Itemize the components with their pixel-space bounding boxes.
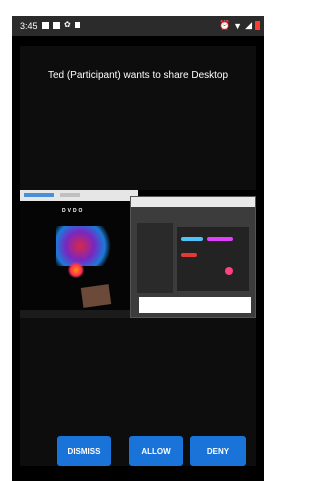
- preview-toolbar-tab: [24, 193, 54, 197]
- preview-orb: [68, 262, 84, 278]
- deny-button[interactable]: DENY: [190, 436, 246, 466]
- alarm-icon: ⏰: [218, 20, 231, 30]
- wifi-icon: ▼: [233, 20, 243, 31]
- settings-icon: ✿: [64, 20, 71, 29]
- preview-panel: [177, 227, 249, 291]
- preview-artwork: [56, 226, 116, 266]
- preview-brand-logo: DVDO: [62, 208, 85, 214]
- signal-icon: ◢: [245, 20, 252, 30]
- preview-right-window: [130, 196, 256, 318]
- preview-bar-blue: [181, 237, 203, 241]
- status-bar: 3:45 ✿ ⏰ ▼ ◢: [12, 16, 264, 36]
- message-icon: [42, 21, 49, 29]
- preview-bar-pink: [207, 237, 233, 241]
- preview-sidebar: [137, 223, 173, 293]
- preview-toolbar-address: [60, 193, 80, 197]
- preview-bar-red: [181, 253, 197, 257]
- phone-screen: 3:45 ✿ ⏰ ▼ ◢ Ted (Participant) wants to …: [12, 16, 264, 481]
- dialog-title: Ted (Participant) wants to share Desktop: [47, 70, 229, 81]
- image-icon: [53, 21, 60, 29]
- status-system-icons: ⏰ ▼ ◢: [219, 20, 260, 31]
- preview-bottom-panel: [139, 297, 251, 313]
- preview-browser-toolbar: [20, 190, 138, 201]
- preview-taskbar: [20, 310, 138, 318]
- desktop-preview: DVDO: [20, 190, 256, 318]
- status-time: 3:45: [20, 21, 38, 31]
- allow-button[interactable]: ALLOW: [129, 436, 183, 466]
- preview-photo: [80, 284, 112, 308]
- status-notification-icons: ✿: [42, 21, 80, 29]
- preview-left-window: DVDO: [20, 190, 138, 318]
- battery-icon: [255, 21, 260, 30]
- dismiss-button[interactable]: DISMISS: [57, 436, 111, 466]
- preview-window-titlebar: [131, 197, 255, 207]
- phone-icon: [74, 22, 80, 28]
- preview-dot: [225, 267, 233, 275]
